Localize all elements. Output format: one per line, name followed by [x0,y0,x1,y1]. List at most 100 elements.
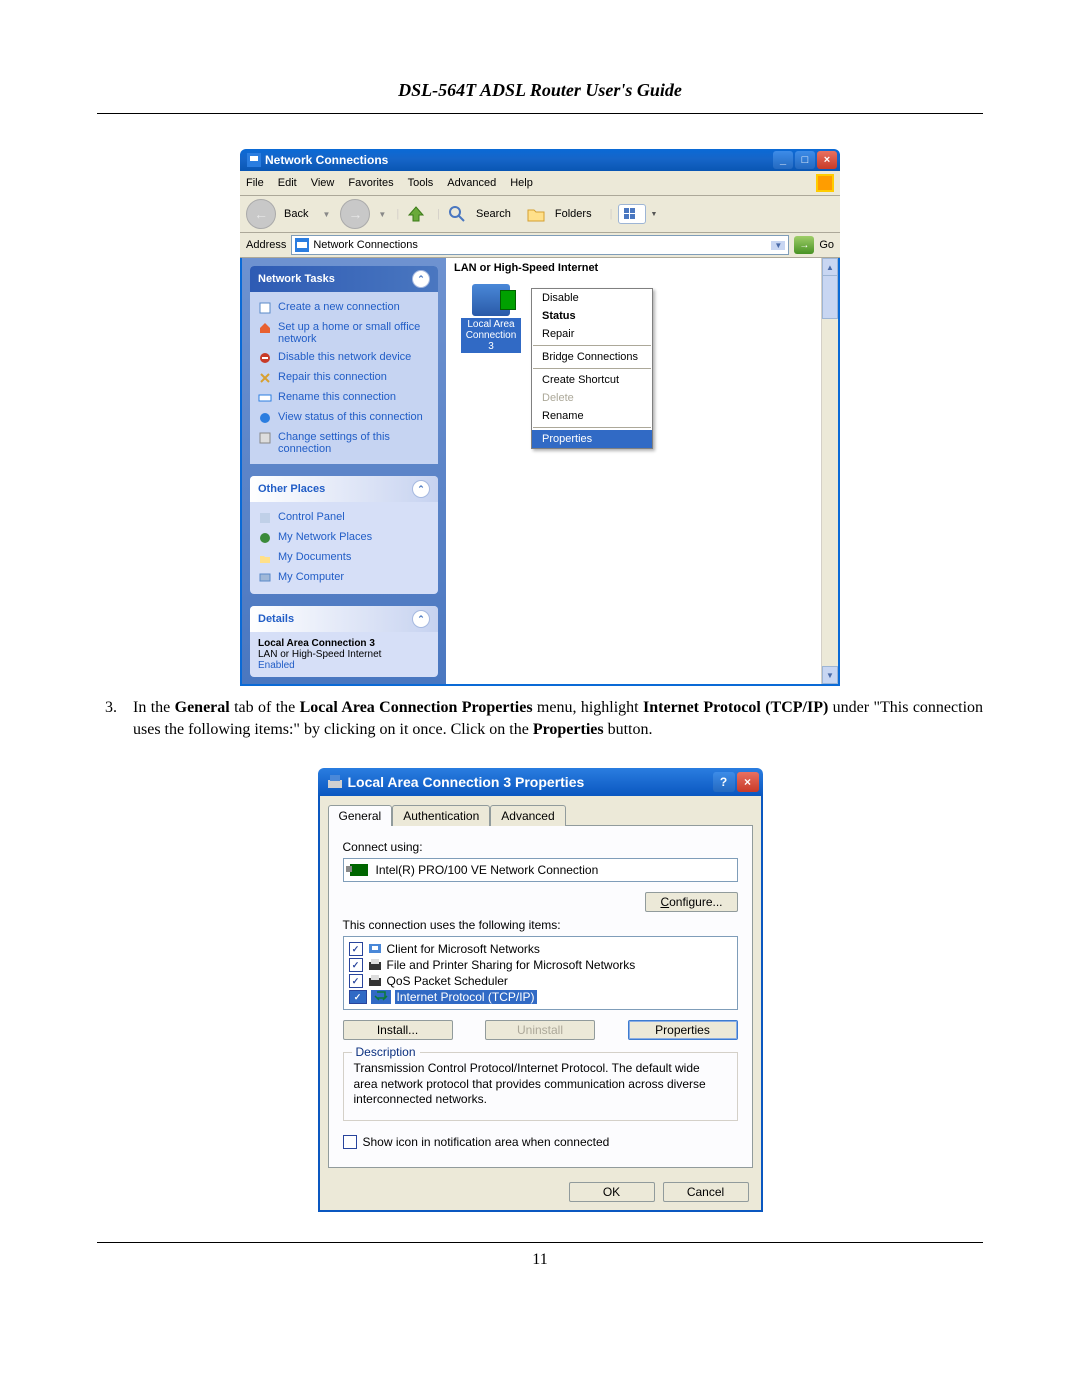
configure-button[interactable]: Configure... [645,892,737,912]
toolbar: ← Back ▼ → ▼ | | Search Folders | ▼ [240,196,840,233]
ctx-disable[interactable]: Disable [532,289,652,307]
task-repair[interactable]: Repair this connection [258,368,430,388]
scroll-thumb[interactable] [822,275,838,319]
close-button[interactable]: × [737,772,759,792]
help-button[interactable]: ? [713,772,735,792]
menu-tools[interactable]: Tools [408,177,434,189]
address-input[interactable]: Network Connections ▼ [291,235,789,255]
folders-icon[interactable] [525,203,547,225]
other-places-header[interactable]: Other Places ⌃ [250,476,438,502]
address-dropdown-icon[interactable]: ▼ [771,241,785,250]
checkbox-icon[interactable] [343,1135,357,1149]
views-button[interactable] [618,204,646,224]
collapse-icon[interactable]: ⌃ [412,270,430,288]
place-control-panel[interactable]: Control Panel [258,508,430,528]
description-text: Transmission Control Protocol/Internet P… [354,1061,727,1108]
connection-item[interactable]: Local Area Connection 3 [461,284,521,353]
menu-edit[interactable]: Edit [278,177,297,189]
place-network-places[interactable]: My Network Places [258,528,430,548]
checkbox-icon[interactable]: ✓ [349,958,363,972]
scroll-up-icon[interactable]: ▲ [822,258,838,276]
properties-button[interactable]: Properties [628,1020,738,1040]
menu-view[interactable]: View [311,177,335,189]
address-icon [295,238,309,252]
checkbox-icon[interactable]: ✓ [349,974,363,988]
control-panel-icon [258,511,272,525]
maximize-button[interactable]: □ [795,151,815,169]
item-qos[interactable]: ✓QoS Packet Scheduler [347,973,734,989]
service-icon [367,958,383,972]
task-change-settings[interactable]: Change settings of this connection [258,428,430,458]
item-tcpip[interactable]: ✓Internet Protocol (TCP/IP) [347,989,734,1005]
ctx-bridge[interactable]: Bridge Connections [532,348,652,366]
network-places-icon [258,531,272,545]
back-button[interactable]: ← [246,199,276,229]
window-title: Network Connections [265,153,773,167]
ctx-separator [533,345,651,346]
menu-file[interactable]: File [246,177,264,189]
ctx-rename[interactable]: Rename [532,407,652,425]
forward-button[interactable]: → [340,199,370,229]
search-icon[interactable] [446,203,468,225]
scrollbar[interactable]: ▲ ▼ [821,258,838,684]
item-client-ms[interactable]: ✓ Client for Microsoft Networks [347,941,734,957]
menu-favorites[interactable]: Favorites [348,177,393,189]
cancel-button[interactable]: Cancel [663,1182,749,1202]
place-my-computer[interactable]: My Computer [258,568,430,588]
details-name: Local Area Connection 3 [258,638,430,649]
minimize-button[interactable]: _ [773,151,793,169]
collapse-icon[interactable]: ⌃ [412,610,430,628]
ctx-shortcut[interactable]: Create Shortcut [532,371,652,389]
items-label: This connection uses the following items… [343,918,738,932]
task-view-status[interactable]: View status of this connection [258,408,430,428]
place-my-documents[interactable]: My Documents [258,548,430,568]
tab-authentication[interactable]: Authentication [392,805,490,826]
dialog-title: Local Area Connection 3 Properties [348,774,713,790]
item-file-printer[interactable]: ✓File and Printer Sharing for Microsoft … [347,957,734,973]
go-button[interactable]: → [794,236,814,254]
place-label: My Documents [278,551,351,565]
details-header[interactable]: Details ⌃ [250,606,438,632]
place-label: Control Panel [278,511,345,525]
documents-icon [258,551,272,565]
show-icon-row[interactable]: Show icon in notification area when conn… [343,1135,738,1149]
task-disable-device[interactable]: Disable this network device [258,348,430,368]
adapter-name: Intel(R) PRO/100 VE Network Connection [376,863,599,877]
ok-button[interactable]: OK [569,1182,655,1202]
checkbox-icon[interactable]: ✓ [349,990,367,1004]
menu-help[interactable]: Help [510,177,533,189]
up-icon[interactable] [405,203,427,225]
menu-advanced[interactable]: Advanced [447,177,496,189]
connection-name: Local Area Connection 3 [461,318,521,353]
ctx-properties[interactable]: Properties [532,430,652,448]
tab-advanced[interactable]: Advanced [490,805,565,826]
task-setup-network[interactable]: Set up a home or small office network [258,318,430,348]
collapse-icon[interactable]: ⌃ [412,480,430,498]
install-button[interactable]: Install... [343,1020,453,1040]
details-type: LAN or High-Speed Internet [258,649,430,660]
address-label: Address [246,239,286,251]
scroll-down-icon[interactable]: ▼ [822,666,838,684]
address-bar: Address Network Connections ▼ → Go [240,233,840,258]
forward-dropdown-icon[interactable]: ▼ [378,210,386,219]
network-tasks-header[interactable]: Network Tasks ⌃ [250,266,438,292]
network-tasks-title: Network Tasks [258,273,335,285]
place-label: My Computer [278,571,344,585]
task-create-connection[interactable]: Create a new connection [258,298,430,318]
ctx-status[interactable]: Status [532,307,652,325]
checkbox-icon[interactable]: ✓ [349,942,363,956]
ctx-repair[interactable]: Repair [532,325,652,343]
app-icon [247,153,261,167]
task-rename[interactable]: Rename this connection [258,388,430,408]
uninstall-button[interactable]: Uninstall [485,1020,595,1040]
menu-bar[interactable]: File Edit View Favorites Tools Advanced … [240,171,840,196]
close-button[interactable]: × [817,151,837,169]
tab-general[interactable]: General [328,805,393,826]
back-dropdown-icon[interactable]: ▼ [322,210,330,219]
items-list[interactable]: ✓ Client for Microsoft Networks ✓File and… [343,936,738,1010]
show-icon-label: Show icon in notification area when conn… [363,1135,610,1149]
rename-icon [258,391,272,405]
other-places-title: Other Places [258,483,325,495]
item-label: Client for Microsoft Networks [387,942,540,956]
place-label: My Network Places [278,531,372,545]
